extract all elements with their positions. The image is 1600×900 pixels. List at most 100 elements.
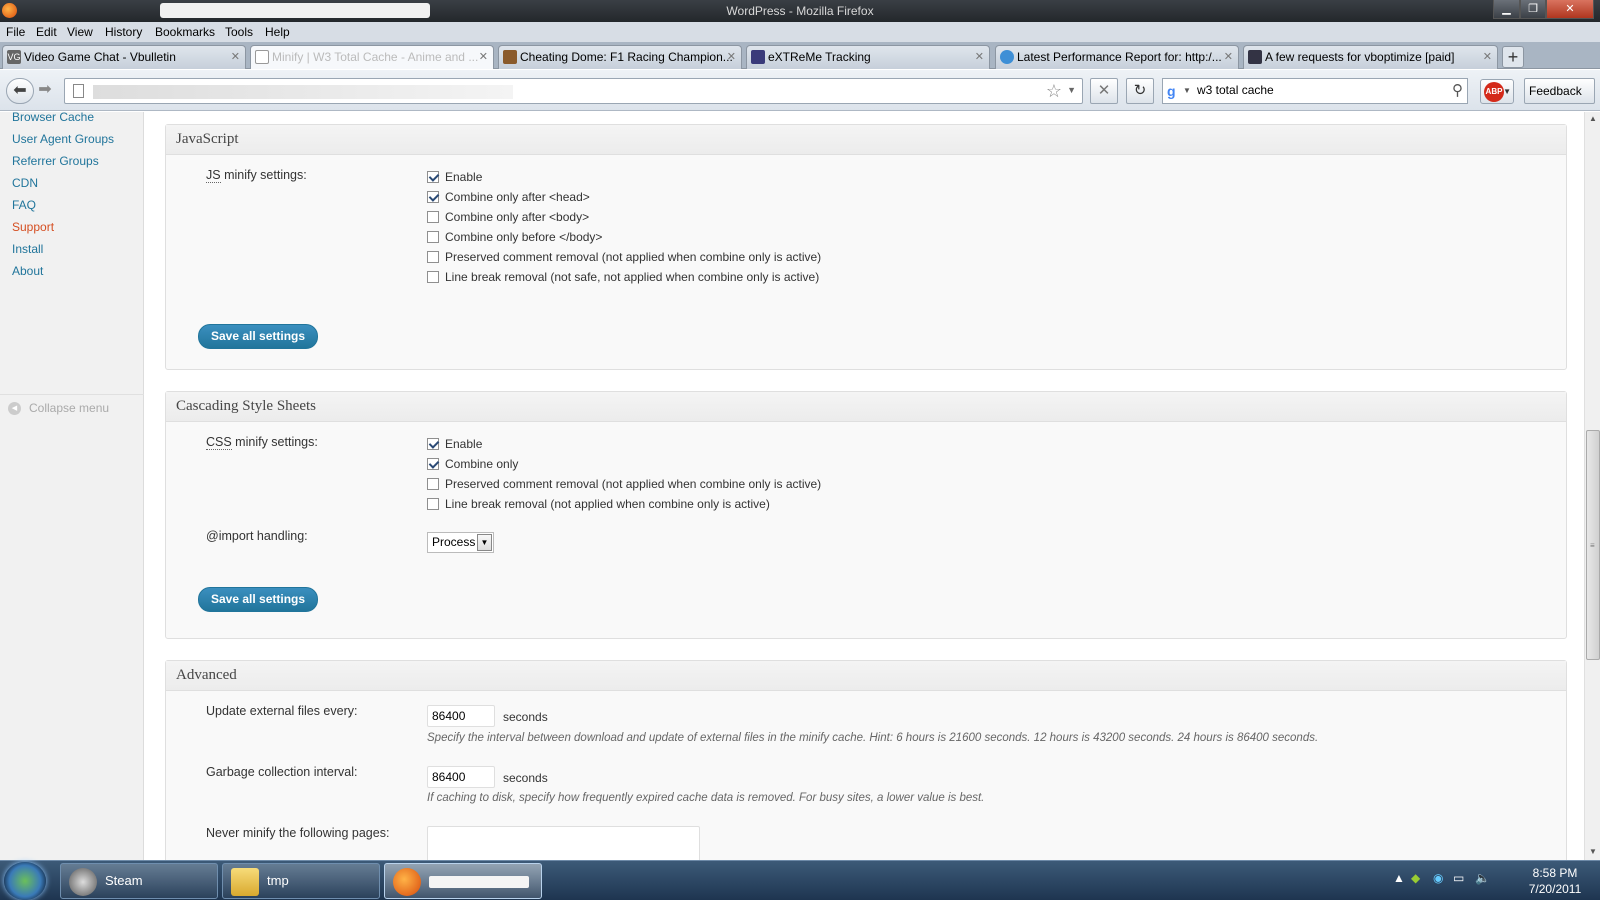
- stop-icon: ✕: [1097, 82, 1111, 99]
- collapse-menu-label: Collapse menu: [29, 401, 110, 415]
- taskbar-steam[interactable]: Steam: [60, 863, 218, 899]
- checkbox-icon: [427, 478, 439, 490]
- forward-button[interactable]: ➡: [34, 78, 56, 104]
- tab-close-icon[interactable]: ✕: [231, 46, 240, 68]
- tray-app-icon[interactable]: ◆: [1411, 871, 1420, 885]
- steam-icon: [69, 868, 97, 896]
- vg-icon: VG: [7, 50, 21, 64]
- tab-close-icon[interactable]: ✕: [479, 46, 488, 68]
- tab-extreme-tracking[interactable]: eXTReMe Tracking ✕: [746, 45, 990, 69]
- menu-help[interactable]: Help: [265, 25, 290, 39]
- vertical-scrollbar[interactable]: ▲ ≡ ▼: [1584, 112, 1600, 860]
- never-minify-textarea[interactable]: [427, 826, 700, 860]
- adblock-icon: ABP: [1484, 82, 1504, 102]
- scrollbar-thumb[interactable]: ≡: [1586, 430, 1600, 660]
- tab-close-icon[interactable]: ✕: [975, 46, 984, 68]
- tab-label: A few requests for vboptimize [paid]: [1265, 50, 1455, 64]
- never-minify-label: Never minify the following pages:: [206, 826, 390, 840]
- adblock-plus-button[interactable]: ABP ▼: [1480, 79, 1514, 104]
- css-panel-title: Cascading Style Sheets: [166, 392, 1566, 422]
- checkbox-icon: [427, 251, 439, 263]
- page-icon: [73, 84, 84, 98]
- taskbar-clock[interactable]: 8:58 PM 7/20/2011: [1520, 865, 1590, 897]
- taskbar-tmp-folder[interactable]: tmp: [222, 863, 380, 899]
- adblock-dropdown-icon[interactable]: ▼: [1503, 87, 1511, 96]
- js-line-break-removal-checkbox[interactable]: Line break removal (not safe, not applie…: [427, 270, 819, 284]
- menu-history[interactable]: History: [105, 25, 142, 39]
- tab-performance-report[interactable]: Latest Performance Report for: http:/...…: [995, 45, 1239, 69]
- sidebar-item-support[interactable]: Support: [12, 220, 54, 234]
- redacted-taskbar-title: [429, 876, 529, 888]
- tab-cheating-dome[interactable]: Cheating Dome: F1 Racing Champion... ✕: [498, 45, 742, 69]
- css-comment-removal-checkbox[interactable]: Preserved comment removal (not applied w…: [427, 477, 821, 491]
- advanced-panel: Advanced Update external files every: 86…: [165, 660, 1567, 860]
- taskbar-firefox[interactable]: [384, 863, 542, 899]
- css-line-break-removal-checkbox[interactable]: Line break removal (not applied when com…: [427, 497, 770, 511]
- css-combine-only-checkbox[interactable]: Combine only: [427, 457, 518, 471]
- search-engine-dropdown-icon[interactable]: ▼: [1183, 86, 1191, 95]
- js-enable-checkbox[interactable]: Enable: [427, 170, 482, 184]
- sidebar-item-user-agent-groups[interactable]: User Agent Groups: [12, 132, 114, 146]
- menu-view[interactable]: View: [67, 25, 93, 39]
- show-hidden-icons-icon[interactable]: ▲: [1393, 871, 1405, 885]
- reload-icon: ↻: [1133, 82, 1147, 99]
- close-window-button[interactable]: ✕: [1546, 0, 1594, 19]
- search-icon[interactable]: ⚲: [1452, 81, 1463, 99]
- url-dropdown-icon[interactable]: ▼: [1067, 85, 1076, 95]
- save-all-settings-button[interactable]: Save all settings: [198, 324, 319, 349]
- css-panel: Cascading Style Sheets CSS minify settin…: [165, 391, 1567, 639]
- feedback-button[interactable]: Feedback ▼: [1524, 78, 1595, 121]
- sidebar-item-faq[interactable]: FAQ: [12, 198, 36, 212]
- extreme-icon: [751, 50, 765, 64]
- url-bar[interactable]: ☆ ▼: [64, 78, 1083, 104]
- menu-bar: File Edit View History Bookmarks Tools H…: [0, 22, 1600, 42]
- maximize-button[interactable]: ❐: [1520, 0, 1546, 19]
- new-tab-button[interactable]: +: [1502, 46, 1524, 68]
- css-enable-checkbox[interactable]: Enable: [427, 437, 482, 451]
- tab-label: Video Game Chat - Vbulletin: [24, 50, 176, 64]
- vb-icon: [1248, 50, 1262, 64]
- search-box[interactable]: g ▼ ⚲: [1162, 78, 1468, 104]
- menu-bookmarks[interactable]: Bookmarks: [155, 25, 215, 39]
- start-button[interactable]: [4, 862, 46, 900]
- grip-icon: ≡: [1590, 541, 1595, 550]
- stop-button[interactable]: ✕: [1090, 78, 1118, 104]
- update-interval-input[interactable]: 86400: [427, 705, 495, 727]
- forward-arrow-icon: ➡: [38, 81, 52, 98]
- js-comment-removal-checkbox[interactable]: Preserved comment removal (not applied w…: [427, 250, 821, 264]
- bookmark-star-icon[interactable]: ☆: [1046, 81, 1062, 102]
- tab-close-icon[interactable]: ✕: [727, 46, 736, 68]
- sidebar-item-cdn[interactable]: CDN: [12, 176, 38, 190]
- menu-edit[interactable]: Edit: [36, 25, 57, 39]
- volume-icon[interactable]: 🔈: [1475, 871, 1490, 885]
- tray-network-status-icon[interactable]: ◉: [1433, 871, 1443, 885]
- sidebar-item-referrer-groups[interactable]: Referrer Groups: [12, 154, 99, 168]
- tab-vboptimize-requests[interactable]: A few requests for vboptimize [paid] ✕: [1243, 45, 1498, 69]
- search-input[interactable]: [1197, 83, 1427, 97]
- tab-video-game-chat[interactable]: VG Video Game Chat - Vbulletin ✕: [2, 45, 246, 69]
- import-handling-select[interactable]: Process ▼: [427, 532, 494, 553]
- sidebar-item-about[interactable]: About: [12, 264, 43, 278]
- tab-close-icon[interactable]: ✕: [1224, 46, 1233, 68]
- menu-tools[interactable]: Tools: [225, 25, 253, 39]
- tab-close-icon[interactable]: ✕: [1483, 46, 1492, 68]
- collapse-menu-button[interactable]: ◀ Collapse menu: [0, 394, 144, 415]
- gc-interval-input[interactable]: 86400: [427, 766, 495, 788]
- js-combine-after-head-checkbox[interactable]: Combine only after <head>: [427, 190, 590, 204]
- back-button[interactable]: ⬅: [6, 78, 34, 104]
- folder-icon: [231, 868, 259, 896]
- reload-button[interactable]: ↻: [1126, 78, 1154, 104]
- network-icon[interactable]: ▭: [1453, 871, 1464, 885]
- sidebar-item-browser-cache[interactable]: Browser Cache: [12, 110, 94, 124]
- scroll-down-icon[interactable]: ▼: [1589, 847, 1597, 856]
- windows-taskbar: Steam tmp ▲ ◆ ◉ ▭ 🔈 8:58 PM 7/20/2011: [0, 860, 1600, 900]
- js-combine-after-body-checkbox[interactable]: Combine only after <body>: [427, 210, 589, 224]
- sidebar-item-install[interactable]: Install: [12, 242, 43, 256]
- scroll-up-icon[interactable]: ▲: [1589, 114, 1597, 123]
- checkbox-icon: [427, 191, 439, 203]
- minimize-button[interactable]: ▁: [1493, 0, 1520, 19]
- menu-file[interactable]: File: [6, 25, 25, 39]
- tab-minify-w3-total-cache[interactable]: Minify | W3 Total Cache - Anime and ... …: [250, 45, 494, 69]
- save-all-settings-button[interactable]: Save all settings: [198, 587, 319, 612]
- js-combine-before-body-end-checkbox[interactable]: Combine only before </body>: [427, 230, 602, 244]
